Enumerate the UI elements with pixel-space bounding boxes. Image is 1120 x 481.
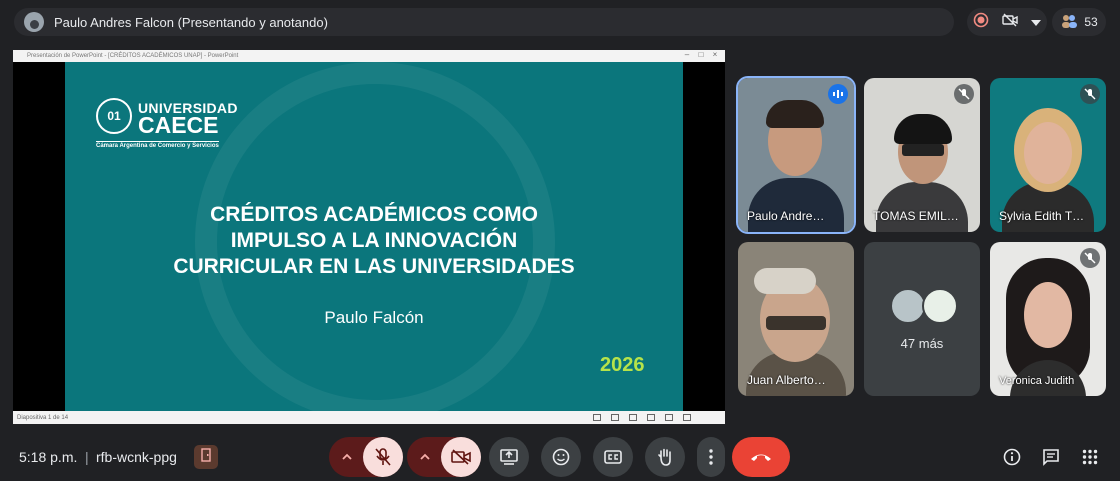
presenter-avatar — [24, 12, 44, 32]
chevron-up-icon[interactable] — [341, 448, 353, 471]
slideshow-icon[interactable] — [683, 414, 691, 423]
comments-icon[interactable] — [611, 414, 619, 423]
captions-icon — [604, 450, 622, 464]
participant-tile[interactable]: TOMAS EMIL… — [864, 78, 980, 232]
presenter-label: Paulo Andres Falcon (Presentando y anota… — [54, 14, 328, 30]
participant-tile[interactable]: Paulo Andre… — [736, 76, 856, 234]
microphone-control[interactable] — [329, 437, 403, 477]
end-call-button[interactable] — [732, 437, 790, 477]
mic-off-icon — [1080, 84, 1100, 104]
logo-subtitle: Cámara Argentina de Comercio y Servicios — [96, 141, 219, 149]
slide-author: Paulo Falcón — [324, 308, 424, 327]
mic-off-icon — [1080, 248, 1100, 268]
activities-button[interactable] — [1079, 446, 1101, 468]
participant-name: Juan Alberto… — [747, 373, 826, 387]
emoji-icon — [552, 448, 570, 466]
normal-view-icon[interactable] — [629, 414, 637, 423]
participant-name: Paulo Andre… — [747, 209, 825, 223]
participant-name: Sylvia Edith T… — [999, 209, 1085, 223]
meeting-code[interactable]: rfb-wcnk-ppg — [96, 449, 177, 465]
camera-control[interactable] — [407, 437, 481, 477]
more-vert-icon — [709, 449, 713, 465]
participant-tile[interactable]: Juan Alberto… — [738, 242, 854, 396]
presenter-banner[interactable]: Paulo Andres Falcon (Presentando y anota… — [14, 8, 954, 36]
logo-caece: CAECE — [138, 112, 219, 138]
apps-grid-icon — [1082, 449, 1098, 465]
camera-off-status-icon[interactable] — [1002, 13, 1018, 32]
slide-title: CRÉDITOS ACADÉMICOS COMO IMPULSO A LA IN… — [65, 202, 683, 280]
avatar — [922, 288, 958, 324]
participants-button[interactable]: 53 — [1052, 8, 1106, 36]
people-icon — [1060, 13, 1078, 32]
powerpoint-title-bar: Presentación de PowerPoint - [CRÉDITOS A… — [13, 50, 725, 62]
separator: | — [85, 449, 89, 465]
chevron-up-icon[interactable] — [419, 448, 431, 471]
clock: 5:18 p.m. — [19, 449, 78, 465]
powerpoint-status-bar: Diapositiva 1 de 14 — [13, 411, 725, 424]
more-participants-tile[interactable]: 47 más — [864, 242, 980, 396]
mic-off-icon — [954, 84, 974, 104]
shared-screen: Presentación de PowerPoint - [CRÉDITOS A… — [13, 50, 725, 424]
mic-off-button[interactable] — [363, 437, 403, 477]
slide-title-line: CURRICULAR EN LAS UNIVERSIDADES — [173, 255, 575, 278]
participant-tile[interactable]: Veronica Judith — [990, 242, 1106, 396]
notes-icon[interactable] — [593, 414, 601, 423]
slide-title-line: IMPULSO A LA INNOVACIÓN — [230, 229, 518, 252]
present-icon — [500, 449, 518, 465]
reactions-button[interactable] — [541, 437, 581, 477]
hand-icon — [658, 448, 671, 466]
participant-count: 53 — [1084, 15, 1098, 29]
participant-name: Veronica Judith — [999, 375, 1075, 387]
mic-off-icon — [375, 448, 391, 466]
participant-tile[interactable]: Sylvia Edith T… — [990, 78, 1106, 232]
camera-off-icon — [451, 449, 471, 465]
caret-down-icon[interactable] — [1030, 13, 1041, 31]
meeting-info-button[interactable] — [1001, 446, 1023, 468]
info-icon — [1003, 448, 1021, 466]
participant-name: TOMAS EMIL… — [873, 209, 959, 223]
raise-hand-button[interactable] — [645, 437, 685, 477]
university-logo: 01 UNIVERSIDAD CAECE Cámara Argentina de… — [96, 98, 237, 154]
recording-controls[interactable] — [967, 8, 1047, 36]
camera-off-button[interactable] — [441, 437, 481, 477]
slide-canvas: 01 UNIVERSIDAD CAECE Cámara Argentina de… — [65, 62, 683, 411]
reading-view-icon[interactable] — [665, 414, 673, 423]
logo-seal: 01 — [96, 98, 132, 134]
slide-counter: Diapositiva 1 de 14 — [17, 414, 69, 421]
record-icon[interactable] — [973, 12, 989, 33]
window-title: Presentación de PowerPoint - [CRÉDITOS A… — [27, 53, 239, 59]
minimize-icon[interactable]: – — [683, 51, 691, 59]
slide-year: 2026 — [600, 354, 645, 376]
speaking-indicator-icon — [828, 84, 848, 104]
chat-icon — [1043, 449, 1059, 466]
maximize-icon[interactable]: □ — [697, 51, 705, 59]
more-participants-label: 47 más — [900, 336, 944, 351]
present-screen-button[interactable] — [489, 437, 529, 477]
captions-button[interactable] — [593, 437, 633, 477]
breakout-door-button[interactable] — [194, 445, 218, 469]
chat-button[interactable] — [1040, 446, 1062, 468]
close-icon[interactable]: × — [711, 51, 719, 59]
slide-title-line: CRÉDITOS ACADÉMICOS COMO — [210, 203, 538, 226]
avatar — [890, 288, 926, 324]
more-options-button[interactable] — [697, 437, 725, 477]
slide-sorter-icon[interactable] — [647, 414, 655, 423]
hang-up-icon — [751, 454, 771, 461]
door-icon — [200, 447, 212, 467]
